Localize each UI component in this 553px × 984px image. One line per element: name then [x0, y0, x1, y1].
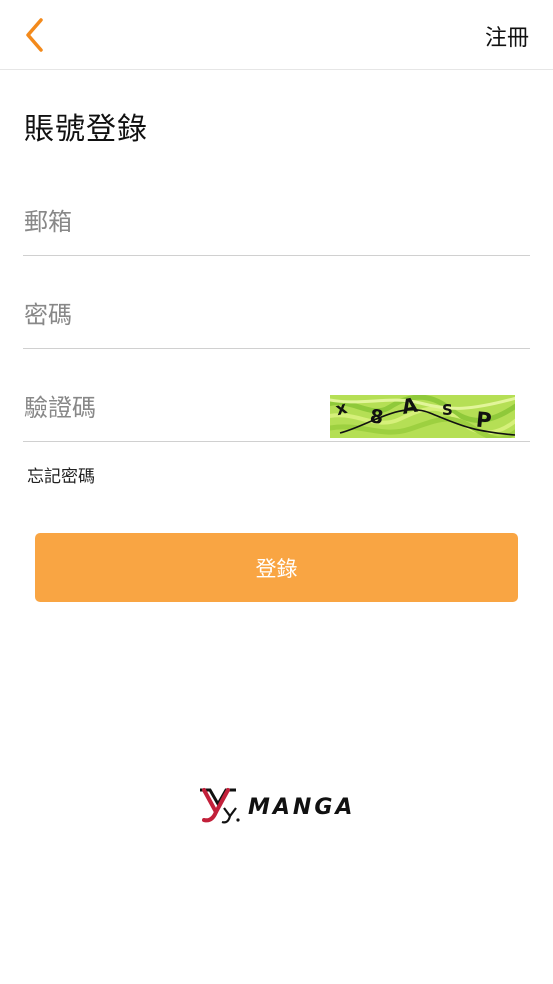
- email-field: [23, 188, 530, 256]
- password-input[interactable]: [23, 282, 323, 348]
- forgot-password-link[interactable]: 忘記密碼: [27, 462, 95, 487]
- app-logo: MANGA: [198, 784, 358, 828]
- captcha-input[interactable]: [23, 375, 323, 441]
- login-button[interactable]: 登錄: [35, 533, 518, 602]
- register-link[interactable]: 注冊: [485, 20, 529, 52]
- yy-logo-icon: [200, 788, 240, 824]
- captcha-char: S: [442, 401, 453, 419]
- captcha-graphic: x 8 A S P: [330, 395, 515, 438]
- captcha-image[interactable]: x 8 A S P: [330, 395, 515, 438]
- navigation-bar: 注冊: [0, 0, 553, 70]
- page-title: 賬號登錄: [24, 112, 148, 147]
- chevron-left-icon: [26, 18, 43, 52]
- captcha-char: P: [475, 407, 493, 432]
- back-button[interactable]: [16, 14, 52, 56]
- password-field: [23, 282, 530, 349]
- logo-text: MANGA: [248, 794, 356, 820]
- captcha-field: x 8 A S P: [23, 375, 530, 442]
- email-input[interactable]: [23, 188, 323, 255]
